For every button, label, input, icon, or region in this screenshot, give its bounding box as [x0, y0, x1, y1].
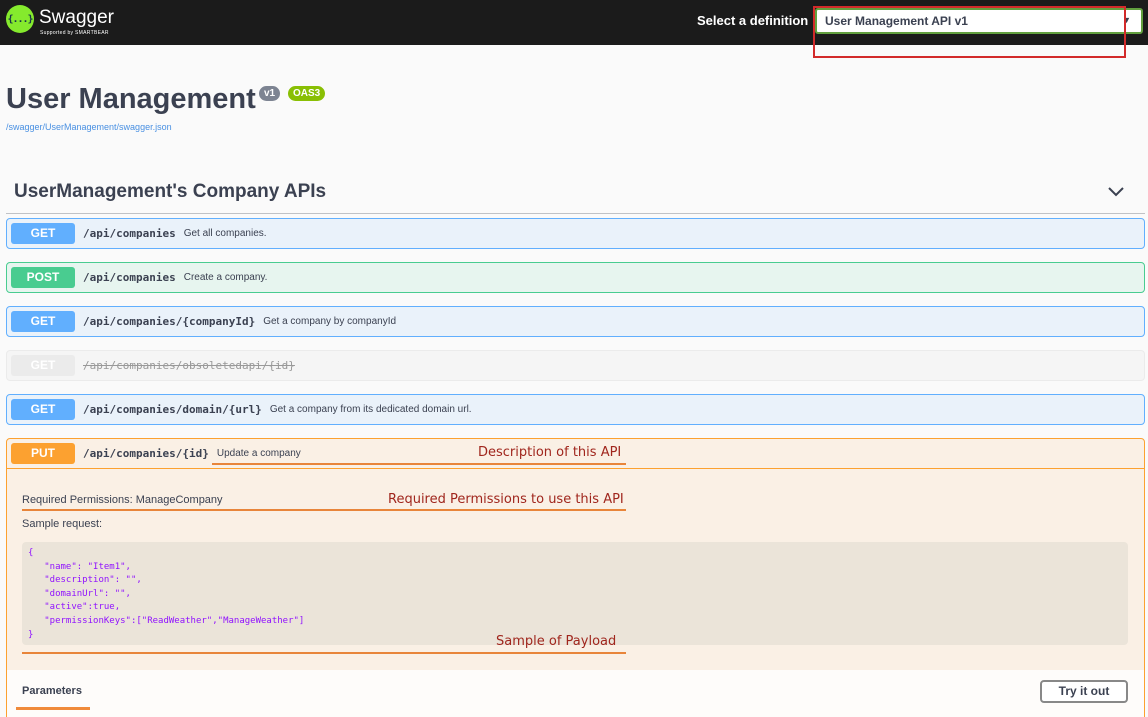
definition-label: Select a definition [697, 13, 809, 28]
definition-select[interactable]: User Management API v1 ▼ [815, 8, 1143, 34]
method-badge: GET [11, 399, 75, 420]
operation-path: /api/companies/domain/{url} [83, 403, 262, 416]
divider [6, 213, 1145, 214]
sample-request-code: { "name": "Item1", "description": "", "d… [22, 542, 1128, 645]
operation-get-obsoleted[interactable]: GET /api/companies/obsoletedapi/{id} [6, 350, 1145, 381]
operation-summary: Get a company from its dedicated domain … [269, 404, 472, 415]
required-permissions-text: Required Permissions: ManageCompany [22, 494, 223, 506]
top-bar: {...} Swagger Supported by SMARTBEAR Sel… [0, 0, 1148, 45]
spec-url-link[interactable]: /swagger/UserManagement/swagger.json [6, 122, 172, 132]
operation-get-company-by-id[interactable]: GET /api/companies/{companyId} Get a com… [6, 306, 1145, 337]
method-badge: PUT [11, 443, 75, 464]
definition-select-value: User Management API v1 [825, 14, 968, 28]
method-badge: POST [11, 267, 75, 288]
swagger-logo-icon[interactable]: {...} [6, 5, 34, 33]
brand-name[interactable]: Swagger [39, 7, 114, 29]
chevron-down-icon: ▼ [1122, 15, 1131, 25]
operation-path: /api/companies/obsoletedapi/{id} [83, 359, 295, 372]
operation-path: /api/companies/{companyId} [83, 315, 256, 328]
version-badge: v1 [259, 86, 281, 101]
tab-parameters[interactable]: Parameters [22, 685, 82, 697]
page-title: User Management [6, 83, 256, 115]
operation-summary: Create a company. [183, 272, 268, 283]
annotation-underline-description [212, 463, 626, 465]
annotation-permissions: Required Permissions to use this API [388, 492, 624, 507]
chevron-down-icon[interactable] [1107, 184, 1125, 198]
operation-summary: Get all companies. [183, 228, 267, 239]
operation-path: /api/companies [83, 227, 176, 240]
parameters-header [7, 670, 1144, 717]
operation-post-companies[interactable]: POST /api/companies Create a company. [6, 262, 1145, 293]
operation-summary: Get a company by companyId [263, 316, 397, 327]
method-badge: GET [11, 223, 75, 244]
operation-path: /api/companies/{id} [83, 447, 209, 460]
oas-badge: OAS3 [288, 86, 326, 101]
tab-parameters-underline [16, 707, 90, 710]
logo-glyph: {...} [7, 13, 33, 25]
operation-summary: Update a company [216, 448, 301, 459]
tag-title[interactable]: UserManagement's Company APIs [14, 181, 326, 203]
annotation-payload: Sample of Payload [496, 634, 617, 649]
annotation-description: Description of this API [478, 445, 622, 460]
operation-get-companies[interactable]: GET /api/companies Get all companies. [6, 218, 1145, 249]
operation-path: /api/companies [83, 271, 176, 284]
annotation-underline-permissions [22, 509, 626, 511]
method-badge: GET [11, 355, 75, 376]
brand-subtitle: Supported by SMARTBEAR [40, 30, 109, 36]
sample-request-label: Sample request: [22, 518, 103, 530]
operation-get-company-by-domain[interactable]: GET /api/companies/domain/{url} Get a co… [6, 394, 1145, 425]
method-badge: GET [11, 311, 75, 332]
try-it-out-button[interactable]: Try it out [1040, 680, 1128, 703]
annotation-underline-payload [22, 652, 626, 654]
